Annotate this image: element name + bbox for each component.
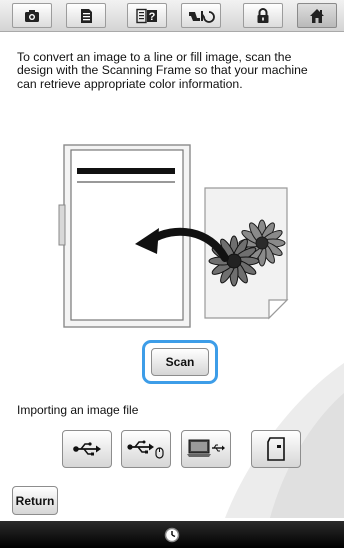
lock-button[interactable] [243, 3, 283, 28]
scan-button-focus-ring: Scan [142, 340, 218, 384]
help-glyph: ? [149, 11, 156, 23]
home-icon [310, 8, 324, 23]
usb-mouse-import-button[interactable] [121, 430, 171, 468]
thread-settings-icon [189, 10, 215, 23]
help-button[interactable]: ? [127, 3, 167, 28]
instruction-text: To convert an image to a line or fill im… [17, 50, 308, 91]
lock-icon [257, 7, 269, 23]
camera-button[interactable] [12, 3, 52, 28]
sd-card-import-button[interactable] [251, 430, 301, 468]
scanning-illustration [58, 144, 289, 328]
thread-settings-button[interactable] [181, 3, 221, 28]
help-icon: ? [136, 8, 157, 23]
usb-mouse-icon [127, 440, 164, 459]
document-icon [80, 8, 92, 23]
usb-icon [73, 442, 101, 456]
sd-card-icon [267, 437, 285, 461]
document-button[interactable] [66, 3, 106, 28]
clock-icon[interactable] [164, 527, 180, 543]
bottom-bar [0, 521, 344, 548]
usb-import-button[interactable] [62, 430, 112, 468]
computer-import-button[interactable] [181, 430, 231, 468]
computer-usb-icon [187, 439, 225, 457]
return-button[interactable]: Return [12, 486, 58, 515]
import-section-label: Importing an image file [17, 403, 139, 417]
scan-button[interactable]: Scan [151, 348, 209, 376]
top-toolbar: ? [0, 0, 344, 32]
home-button[interactable] [297, 3, 337, 28]
camera-icon [25, 9, 39, 22]
